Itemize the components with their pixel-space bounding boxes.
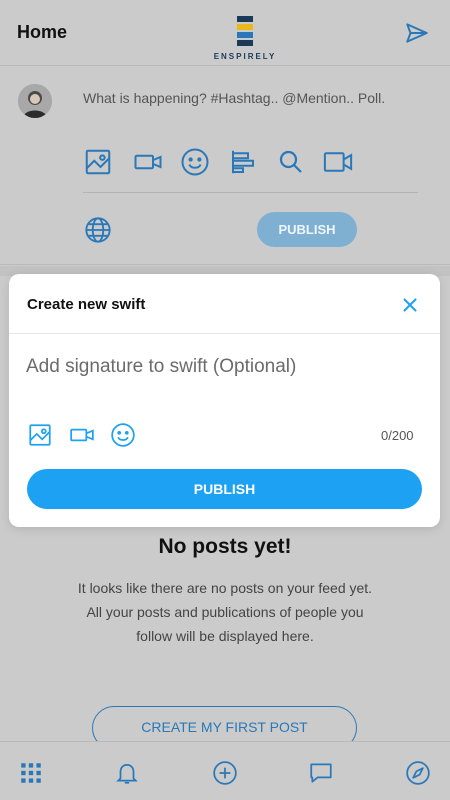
video-icon[interactable] <box>69 422 95 448</box>
composer-input[interactable]: What is happening? #Hashtag.. @Mention..… <box>83 90 385 106</box>
logo-mark-icon <box>237 16 253 46</box>
empty-state-line-2: All your posts and publications of peopl… <box>86 604 364 620</box>
modal-publish-button[interactable]: PUBLISH <box>27 469 422 509</box>
plus-circle-icon[interactable] <box>212 760 238 786</box>
bottom-nav <box>0 741 450 800</box>
globe-icon[interactable] <box>84 216 112 244</box>
create-swift-modal: Create new swift 0/200 PUBLISH <box>9 274 440 527</box>
composer-publish-button[interactable]: PUBLISH <box>257 212 357 247</box>
compass-icon[interactable] <box>405 760 431 786</box>
bell-icon[interactable] <box>114 760 140 786</box>
page-title: Home <box>17 22 68 42</box>
image-icon[interactable] <box>83 147 113 177</box>
emoji-icon[interactable] <box>180 147 210 177</box>
close-icon[interactable] <box>399 294 421 316</box>
apps-grid-icon[interactable] <box>18 760 44 786</box>
emoji-icon[interactable] <box>110 422 136 448</box>
enspirely-logo: ENSPIRELY <box>205 14 285 62</box>
modal-divider <box>9 333 440 334</box>
video-icon[interactable] <box>133 147 163 177</box>
empty-state-text: It looks like there are no posts on your… <box>45 576 405 648</box>
image-icon[interactable] <box>27 422 53 448</box>
empty-state-line-3: follow will be displayed here. <box>136 628 314 644</box>
chat-icon[interactable] <box>308 760 334 786</box>
composer-divider <box>83 192 418 193</box>
video-camera-icon[interactable] <box>323 147 353 177</box>
poll-icon[interactable] <box>228 147 258 177</box>
char-count: 0/200 <box>381 428 414 443</box>
post-composer: What is happening? #Hashtag.. @Mention..… <box>0 67 450 265</box>
avatar[interactable] <box>18 84 52 118</box>
modal-title: Create new swift <box>27 296 146 313</box>
empty-state-line-1: It looks like there are no posts on your… <box>77 580 373 596</box>
signature-input[interactable] <box>26 352 421 382</box>
logo-text: ENSPIRELY <box>213 52 277 61</box>
search-icon[interactable] <box>276 147 306 177</box>
top-header: Home ENSPIRELY <box>0 0 450 66</box>
empty-state-title: No posts yet! <box>158 535 292 558</box>
send-icon[interactable] <box>404 20 430 46</box>
